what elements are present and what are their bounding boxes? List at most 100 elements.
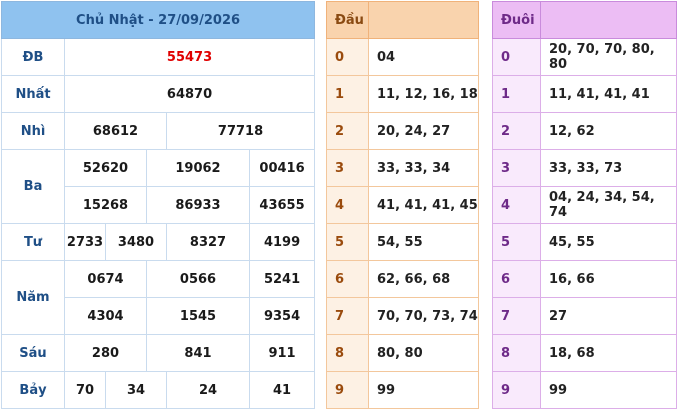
head-digit-row: 8 80, 80 xyxy=(326,334,479,372)
tail-digit-row: 3 33, 33, 73 xyxy=(492,149,677,187)
tail-digit-numbers: 12, 62 xyxy=(540,112,677,150)
head-digit-digit: 6 xyxy=(326,260,369,298)
prize-ba-value: 86933 xyxy=(146,186,250,224)
tail-digit-row: 7 27 xyxy=(492,297,677,335)
prize-bay-value: 41 xyxy=(248,371,316,409)
tail-digit-numbers: 04, 24, 34, 54, 74 xyxy=(540,186,677,224)
tail-digit-numbers: 20, 70, 70, 80, 80 xyxy=(540,38,677,76)
head-digit-row: 2 20, 24, 27 xyxy=(326,112,479,150)
tail-digit-digit: 9 xyxy=(492,371,541,409)
prize-label-db: ĐB xyxy=(1,38,65,76)
prize-nhi-value: 68612 xyxy=(64,112,167,150)
tail-digit-table: Đuôi 0 20, 70, 70, 80, 80 1 11, 41, 41, 41 2… xyxy=(492,1,677,409)
head-digit-digit: 5 xyxy=(326,223,369,261)
head-digit-row: 4 41, 41, 41, 45 xyxy=(326,186,479,224)
tail-digit-header: Đuôi xyxy=(492,1,541,39)
tail-digit-numbers: 99 xyxy=(540,371,677,409)
prize-nam-value: 4304 xyxy=(64,297,147,335)
prize-bay-value: 34 xyxy=(105,371,167,409)
prize-label-nhat: Nhất xyxy=(1,75,65,113)
tail-digit-row: 1 11, 41, 41, 41 xyxy=(492,75,677,113)
prize-ba-value: 00416 xyxy=(248,149,316,187)
tail-digit-row: 5 45, 55 xyxy=(492,223,677,261)
prize-ba-value: 19062 xyxy=(146,149,250,187)
tail-digit-row: 4 04, 24, 34, 54, 74 xyxy=(492,186,677,224)
prize-tu-value: 3480 xyxy=(105,223,167,261)
results-table: Chủ Nhật - 27/09/2026 ĐB 55473 Nhất 6487… xyxy=(0,1,316,409)
tail-digit-digit: 6 xyxy=(492,260,541,298)
head-digit-numbers: 41, 41, 41, 45 xyxy=(368,186,479,224)
prize-bay-value: 24 xyxy=(166,371,250,409)
head-digit-numbers: 62, 66, 68 xyxy=(368,260,479,298)
prize-label-ba: Ba xyxy=(1,149,65,224)
tail-digit-row: 9 99 xyxy=(492,371,677,409)
prize-label-nam: Năm xyxy=(1,260,65,335)
tail-digit-digit: 5 xyxy=(492,223,541,261)
prize-sau-value: 841 xyxy=(146,334,250,372)
head-digit-digit: 3 xyxy=(326,149,369,187)
prize-ba-value: 15268 xyxy=(64,186,147,224)
head-digit-digit: 8 xyxy=(326,334,369,372)
prize-tu-value: 8327 xyxy=(166,223,250,261)
head-digit-numbers: 80, 80 xyxy=(368,334,479,372)
tail-digit-numbers: 18, 68 xyxy=(540,334,677,372)
head-digit-numbers: 54, 55 xyxy=(368,223,479,261)
tail-digit-digit: 1 xyxy=(492,75,541,113)
head-digit-digit: 4 xyxy=(326,186,369,224)
head-digit-digit: 2 xyxy=(326,112,369,150)
prize-label-bay: Bảy xyxy=(1,371,65,409)
prize-label-sau: Sáu xyxy=(1,334,65,372)
prize-label-tu: Tư xyxy=(1,223,65,261)
head-digit-numbers: 33, 33, 34 xyxy=(368,149,479,187)
head-digit-numbers: 04 xyxy=(368,38,479,76)
head-digit-numbers: 99 xyxy=(368,371,479,409)
tail-digit-numbers: 27 xyxy=(540,297,677,335)
tail-digit-row: 8 18, 68 xyxy=(492,334,677,372)
prize-tu-value: 4199 xyxy=(248,223,316,261)
head-digit-row: 3 33, 33, 34 xyxy=(326,149,479,187)
tail-digit-numbers: 45, 55 xyxy=(540,223,677,261)
head-digit-table: Đầu 0 04 1 11, 12, 16, 18 2 20, 24, 27 3 33, 33… xyxy=(326,1,479,409)
prize-ba-value: 43655 xyxy=(248,186,316,224)
head-digit-header-blank xyxy=(368,1,479,39)
prize-nam-value: 0566 xyxy=(146,260,250,298)
head-digit-row: 7 70, 70, 73, 74 xyxy=(326,297,479,335)
head-digit-header: Đầu xyxy=(326,1,369,39)
head-digit-row: 6 62, 66, 68 xyxy=(326,260,479,298)
tail-digit-digit: 8 xyxy=(492,334,541,372)
tail-digit-header-blank xyxy=(540,1,677,39)
tail-digit-digit: 3 xyxy=(492,149,541,187)
head-digit-row: 1 11, 12, 16, 18 xyxy=(326,75,479,113)
head-digit-row: 9 99 xyxy=(326,371,479,409)
prize-sau-value: 911 xyxy=(248,334,316,372)
tail-digit-digit: 0 xyxy=(492,38,541,76)
prize-nhat-value: 64870 xyxy=(63,75,316,113)
head-digit-row: 0 04 xyxy=(326,38,479,76)
head-digit-numbers: 70, 70, 73, 74 xyxy=(368,297,479,335)
prize-nam-value: 0674 xyxy=(64,260,147,298)
tail-digit-digit: 7 xyxy=(492,297,541,335)
prize-bay-value: 70 xyxy=(64,371,106,409)
tail-digit-numbers: 16, 66 xyxy=(540,260,677,298)
tail-digit-row: 2 12, 62 xyxy=(492,112,677,150)
prize-label-nhi: Nhì xyxy=(1,112,65,150)
prize-nhi-value: 77718 xyxy=(165,112,316,150)
prize-nam-value: 5241 xyxy=(248,260,316,298)
head-digit-numbers: 11, 12, 16, 18 xyxy=(368,75,479,113)
tail-digit-numbers: 11, 41, 41, 41 xyxy=(540,75,677,113)
tail-digit-numbers: 33, 33, 73 xyxy=(540,149,677,187)
head-digit-digit: 9 xyxy=(326,371,369,409)
prize-ba-value: 52620 xyxy=(64,149,147,187)
prize-nam-value: 1545 xyxy=(146,297,250,335)
prize-tu-value: 2733 xyxy=(64,223,106,261)
head-digit-numbers: 20, 24, 27 xyxy=(368,112,479,150)
tail-digit-digit: 2 xyxy=(492,112,541,150)
head-digit-digit: 7 xyxy=(326,297,369,335)
head-digit-digit: 0 xyxy=(326,38,369,76)
results-date-header: Chủ Nhật - 27/09/2026 xyxy=(0,1,316,39)
head-digit-digit: 1 xyxy=(326,75,369,113)
head-digit-row: 5 54, 55 xyxy=(326,223,479,261)
tail-digit-row: 0 20, 70, 70, 80, 80 xyxy=(492,38,677,76)
prize-nam-value: 9354 xyxy=(248,297,316,335)
tail-digit-row: 6 16, 66 xyxy=(492,260,677,298)
